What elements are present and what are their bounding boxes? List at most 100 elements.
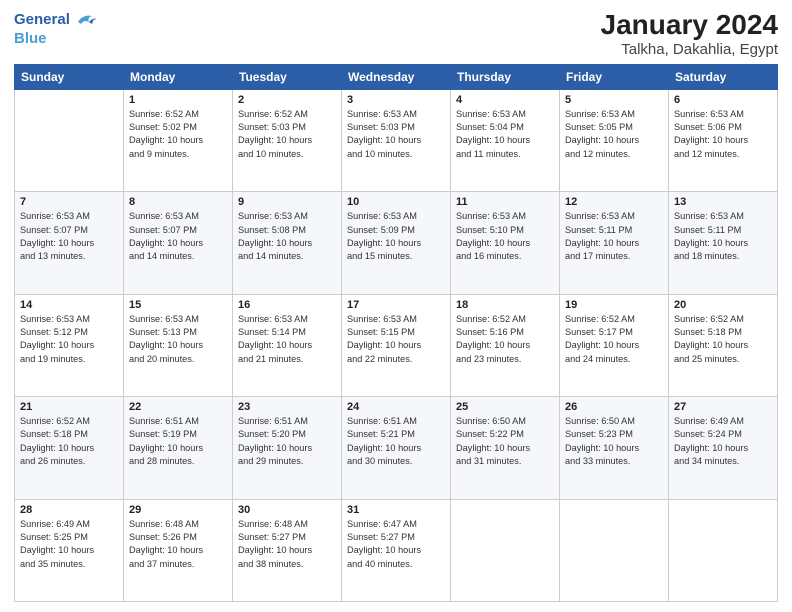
calendar-cell-4-4 [451, 499, 560, 601]
day-info: Sunrise: 6:50 AMSunset: 5:23 PMDaylight:… [565, 415, 663, 468]
calendar-cell-2-2: 16 Sunrise: 6:53 AMSunset: 5:14 PMDayligh… [233, 294, 342, 396]
calendar-cell-2-1: 15 Sunrise: 6:53 AMSunset: 5:13 PMDayligh… [124, 294, 233, 396]
header-friday: Friday [560, 64, 669, 89]
calendar-cell-3-1: 22 Sunrise: 6:51 AMSunset: 5:19 PMDayligh… [124, 397, 233, 499]
header-wednesday: Wednesday [342, 64, 451, 89]
calendar-cell-0-5: 5 Sunrise: 6:53 AMSunset: 5:05 PMDaylight… [560, 89, 669, 191]
day-info: Sunrise: 6:53 AMSunset: 5:05 PMDaylight:… [565, 108, 663, 161]
calendar-cell-1-3: 10 Sunrise: 6:53 AMSunset: 5:09 PMDayligh… [342, 192, 451, 294]
day-info: Sunrise: 6:53 AMSunset: 5:12 PMDaylight:… [20, 313, 118, 366]
day-info: Sunrise: 6:47 AMSunset: 5:27 PMDaylight:… [347, 518, 445, 571]
calendar-cell-1-4: 11 Sunrise: 6:53 AMSunset: 5:10 PMDayligh… [451, 192, 560, 294]
calendar-table: Sunday Monday Tuesday Wednesday Thursday… [14, 64, 778, 602]
day-info: Sunrise: 6:53 AMSunset: 5:08 PMDaylight:… [238, 210, 336, 263]
day-info: Sunrise: 6:53 AMSunset: 5:11 PMDaylight:… [674, 210, 772, 263]
day-number: 25 [456, 401, 554, 413]
calendar-cell-3-5: 26Sunrise: 6:50 AMSunset: 5:23 PMDayligh… [560, 397, 669, 499]
calendar-cell-3-0: 21Sunrise: 6:52 AMSunset: 5:18 PMDayligh… [15, 397, 124, 499]
header-tuesday: Tuesday [233, 64, 342, 89]
day-info: Sunrise: 6:53 AMSunset: 5:13 PMDaylight:… [129, 313, 227, 366]
day-number: 3 [347, 94, 445, 106]
calendar-subtitle: Talkha, Dakahlia, Egypt [601, 41, 778, 58]
day-number: 29 [129, 504, 227, 516]
day-info: Sunrise: 6:48 AMSunset: 5:26 PMDaylight:… [129, 518, 227, 571]
calendar-cell-4-0: 28 Sunrise: 6:49 AMSunset: 5:25 PMDayligh… [15, 499, 124, 601]
calendar-cell-2-3: 17 Sunrise: 6:53 AMSunset: 5:15 PMDayligh… [342, 294, 451, 396]
day-info: Sunrise: 6:52 AMSunset: 5:02 PMDaylight:… [129, 108, 227, 161]
logo: General Blue [14, 10, 97, 48]
logo-text-general: General [14, 12, 70, 29]
day-info: Sunrise: 6:53 AMSunset: 5:09 PMDaylight:… [347, 210, 445, 263]
calendar-cell-1-2: 9 Sunrise: 6:53 AMSunset: 5:08 PMDaylight… [233, 192, 342, 294]
calendar-cell-2-0: 14 Sunrise: 6:53 AMSunset: 5:12 PMDayligh… [15, 294, 124, 396]
calendar-cell-3-2: 23 Sunrise: 6:51 AMSunset: 5:20 PMDayligh… [233, 397, 342, 499]
calendar-cell-2-6: 20 Sunrise: 6:52 AMSunset: 5:18 PMDayligh… [669, 294, 778, 396]
day-info: Sunrise: 6:52 AMSunset: 5:03 PMDaylight:… [238, 108, 336, 161]
calendar-cell-0-2: 2Sunrise: 6:52 AMSunset: 5:03 PMDaylight… [233, 89, 342, 191]
calendar-cell-1-0: 7Sunrise: 6:53 AMSunset: 5:07 PMDaylight… [15, 192, 124, 294]
calendar-cell-4-5 [560, 499, 669, 601]
header-sunday: Sunday [15, 64, 124, 89]
day-info: Sunrise: 6:53 AMSunset: 5:03 PMDaylight:… [347, 108, 445, 161]
page: General Blue January 2024 Talkha, Dakahl… [0, 0, 792, 612]
header-monday: Monday [124, 64, 233, 89]
weekday-header-row: Sunday Monday Tuesday Wednesday Thursday… [15, 64, 778, 89]
calendar-cell-3-4: 25 Sunrise: 6:50 AMSunset: 5:22 PMDayligh… [451, 397, 560, 499]
day-info: Sunrise: 6:50 AMSunset: 5:22 PMDaylight:… [456, 415, 554, 468]
day-number: 8 [129, 196, 227, 208]
calendar-cell-2-5: 19 Sunrise: 6:52 AMSunset: 5:17 PMDayligh… [560, 294, 669, 396]
day-number: 1 [129, 94, 227, 106]
logo-text-blue: Blue [14, 30, 47, 47]
day-number: 19 [565, 299, 663, 311]
day-info: Sunrise: 6:48 AMSunset: 5:27 PMDaylight:… [238, 518, 336, 571]
top-section: General Blue January 2024 Talkha, Dakahl… [14, 10, 778, 58]
calendar-cell-4-2: 30 Sunrise: 6:48 AMSunset: 5:27 PMDayligh… [233, 499, 342, 601]
day-info: Sunrise: 6:51 AMSunset: 5:21 PMDaylight:… [347, 415, 445, 468]
day-number: 17 [347, 299, 445, 311]
day-number: 5 [565, 94, 663, 106]
day-info: Sunrise: 6:53 AMSunset: 5:10 PMDaylight:… [456, 210, 554, 263]
day-info: Sunrise: 6:53 AMSunset: 5:15 PMDaylight:… [347, 313, 445, 366]
day-info: Sunrise: 6:52 AMSunset: 5:18 PMDaylight:… [674, 313, 772, 366]
day-number: 13 [674, 196, 772, 208]
day-info: Sunrise: 6:52 AMSunset: 5:18 PMDaylight:… [20, 415, 118, 468]
day-info: Sunrise: 6:53 AMSunset: 5:11 PMDaylight:… [565, 210, 663, 263]
day-number: 4 [456, 94, 554, 106]
header-saturday: Saturday [669, 64, 778, 89]
day-number: 20 [674, 299, 772, 311]
day-number: 7 [20, 196, 118, 208]
calendar-cell-1-1: 8Sunrise: 6:53 AMSunset: 5:07 PMDaylight… [124, 192, 233, 294]
day-number: 11 [456, 196, 554, 208]
day-info: Sunrise: 6:51 AMSunset: 5:19 PMDaylight:… [129, 415, 227, 468]
calendar-cell-0-1: 1 Sunrise: 6:52 AMSunset: 5:02 PMDaylight… [124, 89, 233, 191]
calendar-cell-3-3: 24Sunrise: 6:51 AMSunset: 5:21 PMDayligh… [342, 397, 451, 499]
day-info: Sunrise: 6:52 AMSunset: 5:17 PMDaylight:… [565, 313, 663, 366]
day-number: 30 [238, 504, 336, 516]
day-number: 10 [347, 196, 445, 208]
calendar-cell-4-6 [669, 499, 778, 601]
week-row-2: 14 Sunrise: 6:53 AMSunset: 5:12 PMDayligh… [15, 294, 778, 396]
calendar-cell-0-0 [15, 89, 124, 191]
header-thursday: Thursday [451, 64, 560, 89]
calendar-cell-2-4: 18Sunrise: 6:52 AMSunset: 5:16 PMDayligh… [451, 294, 560, 396]
calendar-cell-1-5: 12Sunrise: 6:53 AMSunset: 5:11 PMDayligh… [560, 192, 669, 294]
day-number: 28 [20, 504, 118, 516]
day-number: 9 [238, 196, 336, 208]
calendar-cell-4-3: 31 Sunrise: 6:47 AMSunset: 5:27 PMDayligh… [342, 499, 451, 601]
day-number: 14 [20, 299, 118, 311]
week-row-0: 1 Sunrise: 6:52 AMSunset: 5:02 PMDaylight… [15, 89, 778, 191]
day-info: Sunrise: 6:49 AMSunset: 5:25 PMDaylight:… [20, 518, 118, 571]
day-number: 15 [129, 299, 227, 311]
day-number: 23 [238, 401, 336, 413]
day-info: Sunrise: 6:52 AMSunset: 5:16 PMDaylight:… [456, 313, 554, 366]
calendar-cell-1-6: 13 Sunrise: 6:53 AMSunset: 5:11 PMDayligh… [669, 192, 778, 294]
day-number: 16 [238, 299, 336, 311]
week-row-3: 21Sunrise: 6:52 AMSunset: 5:18 PMDayligh… [15, 397, 778, 499]
calendar-cell-0-6: 6Sunrise: 6:53 AMSunset: 5:06 PMDaylight… [669, 89, 778, 191]
calendar-title: January 2024 [601, 10, 778, 41]
day-number: 22 [129, 401, 227, 413]
day-info: Sunrise: 6:53 AMSunset: 5:14 PMDaylight:… [238, 313, 336, 366]
day-info: Sunrise: 6:51 AMSunset: 5:20 PMDaylight:… [238, 415, 336, 468]
day-number: 31 [347, 504, 445, 516]
day-info: Sunrise: 6:49 AMSunset: 5:24 PMDaylight:… [674, 415, 772, 468]
